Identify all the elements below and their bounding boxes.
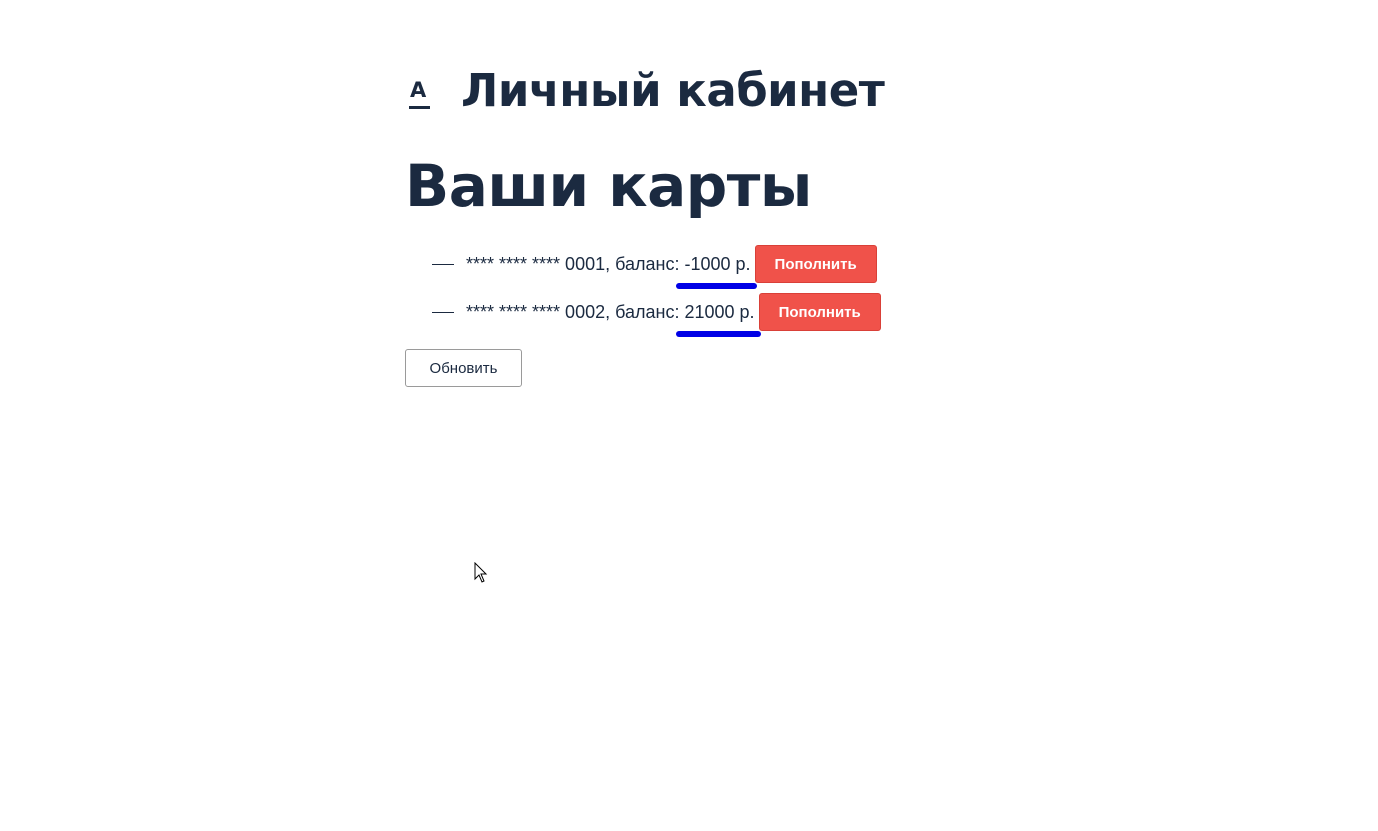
header: A Личный кабинет [405,62,885,122]
balance-value-wrap: 21000 р. [676,301,761,337]
bank-logo-icon: A [409,72,439,112]
card-item-0001: **** **** **** 0001 , баланс: -1000 р. П… [405,240,881,289]
currency-label: р. [730,253,751,274]
balance-label: , баланс: [605,253,685,274]
logo-bar [409,106,430,109]
balance-value-wrap: -1000 р. [676,253,757,289]
card-number: **** **** **** 0002 [466,301,606,322]
topup-button[interactable]: Пополнить [754,245,877,283]
page-title: Личный кабинет [461,64,885,117]
topup-button[interactable]: Пополнить [758,293,881,331]
logo-letter: A [410,78,427,102]
refresh-button[interactable]: Обновить [405,349,522,387]
list-dash [432,263,454,265]
card-balance: -1000 [684,253,731,274]
cards-section-title: Ваши карты [405,152,812,220]
mouse-cursor-icon [474,562,488,583]
card-number: **** **** **** 0001 [466,253,606,274]
currency-label: р. [734,301,755,322]
card-list: **** **** **** 0001 , баланс: -1000 р. П… [405,240,881,337]
balance-label: , баланс: [605,301,685,322]
list-dash [432,311,454,313]
card-item-0002: **** **** **** 0002 , баланс: 21000 р. П… [405,288,881,337]
card-balance: 21000 [684,301,735,322]
annotation-underline [676,330,761,337]
